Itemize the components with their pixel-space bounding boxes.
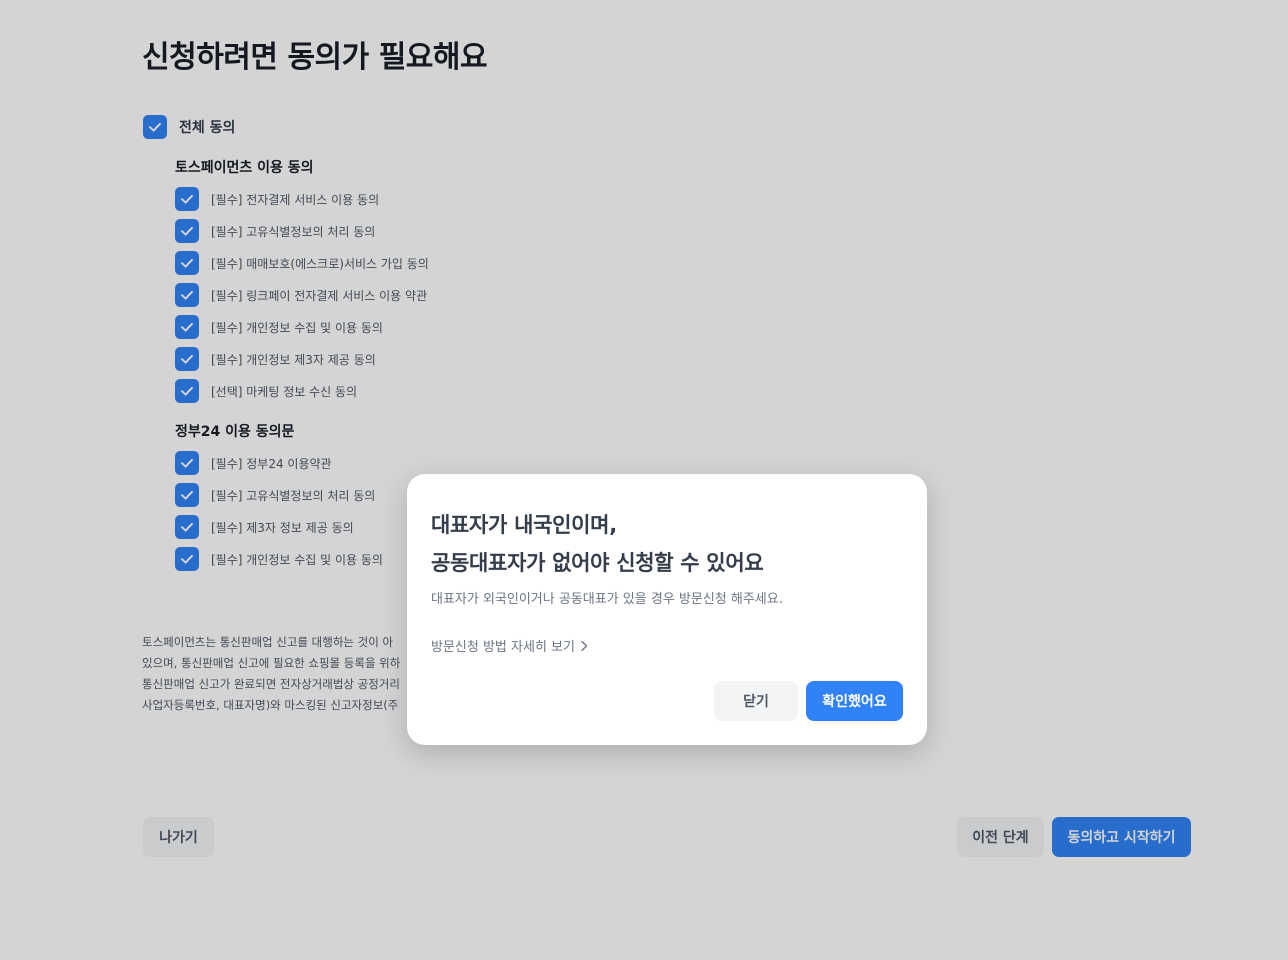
dialog-close-button[interactable]: 닫기 bbox=[714, 681, 798, 721]
visit-guide-link[interactable]: 방문신청 방법 자세히 보기 bbox=[431, 636, 589, 655]
dialog-description: 대표자가 외국인이거나 공동대표가 있을 경우 방문신청 해주세요. bbox=[431, 592, 783, 607]
dialog-confirm-button[interactable]: 확인했어요 bbox=[806, 681, 903, 721]
dialog-title: 대표자가 내국인이며, 공동대표자가 없어야 신청할 수 있어요 bbox=[431, 506, 911, 582]
dialog-title-line: 공동대표자가 없어야 신청할 수 있어요 bbox=[431, 551, 764, 575]
dialog-title-line: 대표자가 내국인이며, bbox=[431, 513, 617, 537]
requirement-dialog: 대표자가 내국인이며, 공동대표자가 없어야 신청할 수 있어요 대표자가 외국… bbox=[407, 474, 927, 745]
visit-guide-link-label[interactable]: 방문신청 방법 자세히 보기 bbox=[431, 636, 575, 655]
chevron-right-icon bbox=[581, 640, 588, 651]
